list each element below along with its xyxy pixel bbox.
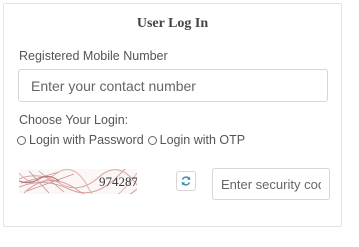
captcha-text: 974287 [99, 174, 137, 189]
radio-otp-label: Login with OTP [159, 133, 246, 147]
radio-otp-circle[interactable] [147, 135, 157, 145]
radio-password-circle[interactable] [17, 135, 26, 145]
radio-password-label: Login with Password [29, 133, 144, 147]
refresh-icon [181, 176, 191, 186]
mobile-label: Registered Mobile Number [19, 49, 168, 63]
radio-login-password[interactable]: Login with Password [17, 133, 144, 147]
radio-login-otp[interactable]: Login with OTP [147, 133, 246, 147]
captcha-image: 974287 [19, 169, 137, 194]
refresh-captcha-button[interactable] [176, 171, 196, 191]
login-options: Login with Password Login with OTP [17, 133, 249, 147]
login-choice-label: Choose Your Login: [19, 113, 129, 127]
form-title: User Log In [136, 16, 209, 31]
security-code-input[interactable] [212, 168, 330, 200]
mobile-input[interactable] [18, 69, 328, 102]
login-card: User Log In Registered Mobile Number Cho… [3, 3, 342, 227]
